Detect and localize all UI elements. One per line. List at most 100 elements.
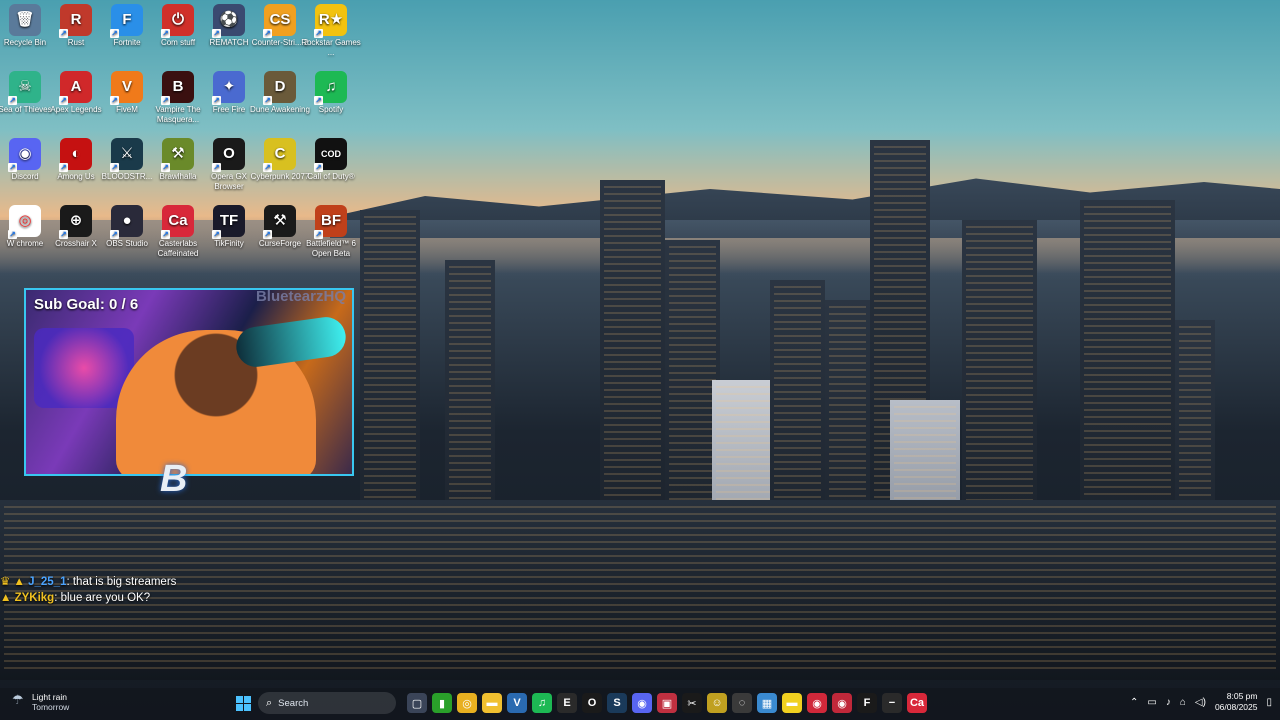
steam-icon: S: [613, 697, 621, 709]
task-view-icon: ▢: [411, 697, 423, 710]
app-spin-icon: ◌: [738, 697, 746, 709]
app-icon: D: [263, 71, 296, 105]
app-icon: ◎: [8, 205, 41, 239]
chat-username: J_25_1: [28, 576, 67, 588]
rain-cloud-icon: ☂: [12, 692, 24, 707]
taskbar-app-task-view[interactable]: ▢: [407, 693, 427, 713]
app-icon: Ca: [161, 205, 194, 239]
channel-name: BluetearzHQ: [255, 288, 346, 305]
desktop-icon-label: Spotify: [318, 105, 344, 114]
taskbar-app-app-red[interactable]: ▣: [657, 693, 677, 713]
taskbar-app-casterlabs[interactable]: Ca: [907, 693, 927, 713]
chat-overlay: ♛ ▲ J_25_1: that is big streamers ▲ ZYKik…: [0, 574, 176, 606]
start-button[interactable]: [233, 693, 253, 713]
app-yellow-icon: ☺: [711, 697, 723, 709]
sticky-notes-icon: ▬: [786, 697, 798, 709]
taskbar-app-opera[interactable]: O: [582, 693, 602, 713]
taskbar-app-vscode[interactable]: V: [507, 693, 527, 713]
desktop-icon[interactable]: BFBattlefield™ 6 Open Beta: [298, 201, 364, 259]
app-red2-icon: ◉: [837, 697, 847, 710]
taskbar-app-steam[interactable]: S: [607, 693, 627, 713]
app-icon: CS: [263, 4, 296, 38]
taskbar-app-weather-app[interactable]: ▦: [757, 693, 777, 713]
windows-icon: [235, 695, 251, 711]
app-icon: ⚔: [110, 138, 143, 172]
discord-icon: ◉: [637, 697, 647, 710]
desktop-icon-label: Call of Duty®: [307, 172, 355, 181]
taskbar-app-app-yellow[interactable]: ☺: [707, 693, 727, 713]
taskbar-app-app-record[interactable]: ◉: [807, 693, 827, 713]
app-icon: ◉: [8, 138, 41, 172]
app-icon: C: [263, 138, 296, 172]
desktop-icon-label: Battlefield™ 6 Open Beta: [306, 239, 356, 258]
network-icon[interactable]: ⌂: [1180, 697, 1186, 708]
chrome-icon: ◎: [462, 697, 472, 710]
app-icon: A: [59, 71, 92, 105]
desktop-icon[interactable]: R★Rockstar Games ...: [298, 0, 364, 58]
app-icon: ◐: [59, 138, 92, 172]
desktop-icon[interactable]: ♫Spotify: [298, 67, 364, 115]
system-tray: ⌃ ▭ ♪ ⌂ ◁) 8:05 pm 06/08/2025 ▯: [1130, 691, 1272, 713]
chat-badges: ♛ ▲: [0, 576, 29, 588]
xbox-icon: ▮: [438, 697, 446, 710]
chat-text: : blue are you OK?: [54, 592, 151, 604]
chevron-up-icon[interactable]: ⌃: [1130, 697, 1138, 708]
app-red-icon: ▣: [661, 697, 673, 710]
taskbar-app-chrome[interactable]: ◎: [457, 693, 477, 713]
taskbar-app-sticky-notes[interactable]: ▬: [782, 693, 802, 713]
casterlabs-icon: Ca: [909, 697, 925, 709]
microphone: [233, 314, 349, 370]
chat-message: ♛ ▲ J_25_1: that is big streamers: [0, 574, 176, 590]
microphone-icon[interactable]: ♪: [1166, 697, 1171, 708]
app-icon: TF: [212, 205, 245, 239]
app-icon: B: [161, 71, 194, 105]
app-icon: O: [212, 138, 245, 172]
weather-app-icon: ▦: [761, 697, 773, 710]
taskbar-app-xbox[interactable]: ▮: [432, 693, 452, 713]
webcam-overlay: Sub Goal: 0 / 6 BluetearzHQ: [24, 288, 354, 476]
epic-icon: E: [563, 697, 571, 709]
app-icon: ⚒: [263, 205, 296, 239]
taskbar-app-epic[interactable]: E: [557, 693, 577, 713]
clock[interactable]: 8:05 pm 06/08/2025: [1215, 691, 1258, 713]
notification-icon[interactable]: ▯: [1266, 697, 1272, 708]
app-record-icon: ◉: [812, 697, 822, 710]
app-icon: R: [59, 4, 92, 38]
taskbar-app-app-red2[interactable]: ◉: [832, 693, 852, 713]
desktop-icon[interactable]: CODCall of Duty®: [298, 134, 364, 182]
faceit-icon: F: [863, 697, 871, 709]
sub-goal-label: Sub Goal: 0 / 6: [34, 296, 139, 313]
taskbar-app-faceit[interactable]: F: [857, 693, 877, 713]
app-icon: BF: [314, 205, 347, 239]
battery-icon[interactable]: ▭: [1147, 697, 1156, 708]
taskbar: ☂ Light rain Tomorrow ⌕ Search ▢ ▮ ◎ ▬ V ♫ E O S…: [0, 688, 1280, 720]
search-placeholder: Search: [278, 697, 309, 709]
taskbar-app-app-dash[interactable]: −: [882, 693, 902, 713]
taskbar-app-discord[interactable]: ◉: [632, 693, 652, 713]
search-box[interactable]: ⌕ Search: [258, 692, 396, 714]
app-icon: COD: [314, 138, 347, 172]
chat-text: : that is big streamers: [66, 576, 177, 588]
app-icon: ⚽: [212, 4, 245, 38]
clock-time: 8:05 pm: [1226, 691, 1258, 701]
taskbar-app-file-explorer[interactable]: ▬: [482, 693, 502, 713]
app-icon: ☠: [8, 71, 41, 105]
taskbar-apps: ⌕ Search ▢ ▮ ◎ ▬ V ♫ E O S ◉ ▣ ✂ ☺ ◌ ▦ ▬ ◉ ◉ F − Ca: [233, 692, 927, 714]
volume-icon[interactable]: ◁): [1195, 697, 1206, 708]
chat-badges: ▲: [0, 592, 15, 604]
app-icon: V: [110, 71, 143, 105]
app-icon: ⏻: [161, 4, 194, 38]
taskbar-app-app-spin[interactable]: ◌: [732, 693, 752, 713]
file-explorer-icon: ▬: [486, 697, 498, 709]
capcut-icon: ✂: [687, 697, 697, 710]
taskbar-app-capcut[interactable]: ✂: [682, 693, 702, 713]
taskbar-app-spotify[interactable]: ♫: [532, 693, 552, 713]
search-icon: ⌕: [266, 696, 273, 709]
chat-message: ▲ ZYKikg: blue are you OK?: [0, 590, 176, 606]
app-icon: F: [110, 4, 143, 38]
app-dash-icon: −: [888, 697, 896, 709]
app-icon: 🗑: [9, 4, 41, 36]
opera-icon: O: [587, 697, 597, 709]
weather-widget[interactable]: ☂ Light rain Tomorrow: [12, 692, 69, 712]
vscode-icon: V: [513, 697, 521, 709]
